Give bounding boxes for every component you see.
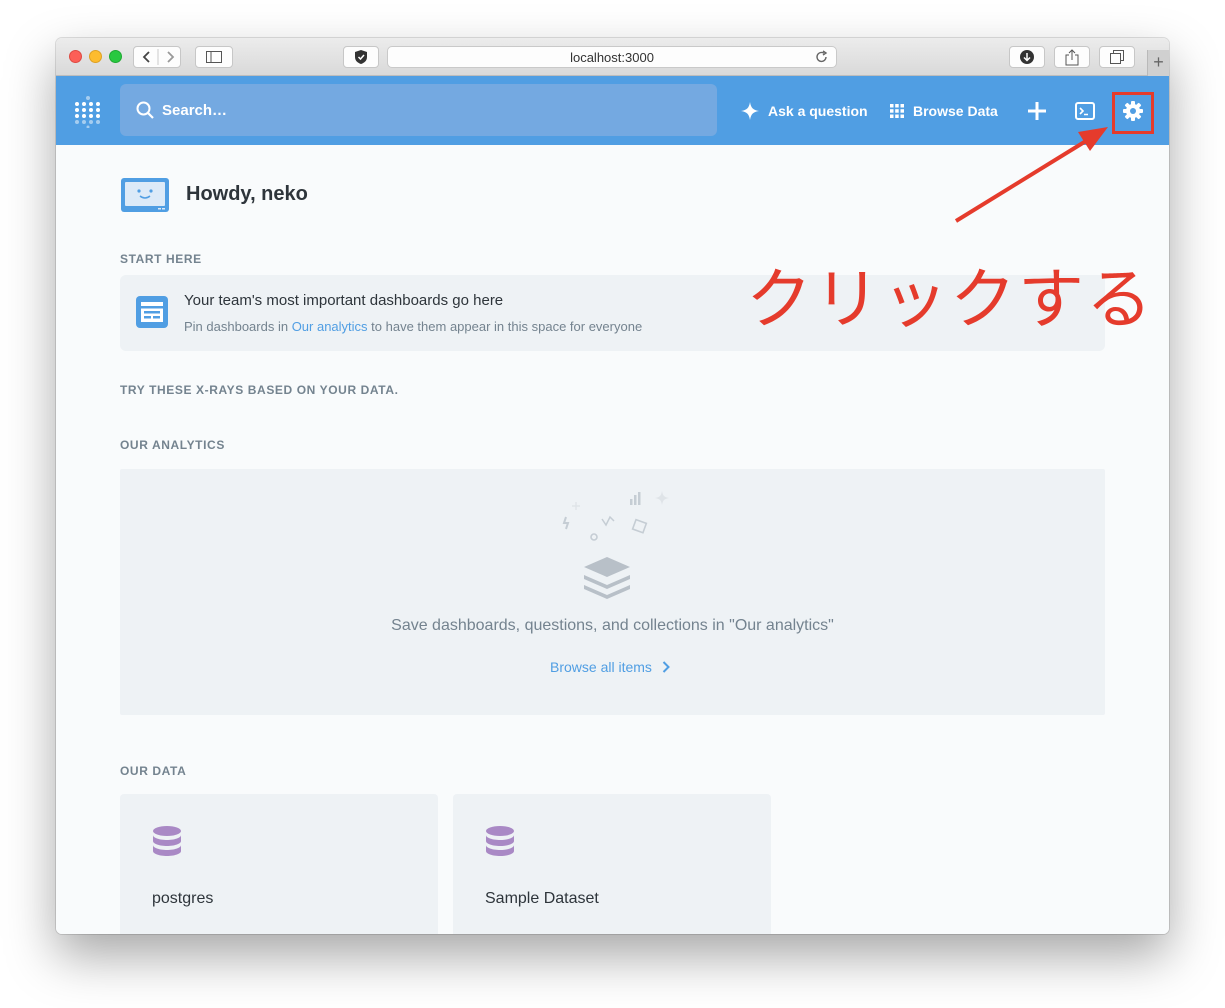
screenshot-stage: localhost:3000 + Search… Ask a question …	[0, 0, 1225, 1008]
tabs-overview-button[interactable]	[1099, 46, 1135, 68]
browse-data-label: Browse Data	[913, 103, 998, 119]
zoom-window-button[interactable]	[109, 50, 122, 63]
browse-all-items-link[interactable]: Browse all items	[550, 659, 670, 675]
browser-window: localhost:3000 + Search… Ask a question …	[56, 38, 1169, 934]
address-bar[interactable]: localhost:3000	[387, 46, 837, 68]
minimize-window-button[interactable]	[89, 50, 102, 63]
browse-data-link[interactable]: Browse Data	[890, 100, 998, 122]
empty-collection-illustration	[562, 491, 669, 599]
search-icon	[136, 101, 154, 119]
top-nav: Search… Ask a question Browse Data	[56, 76, 1169, 145]
sidebar-icon	[206, 51, 222, 63]
back-forward-icon	[142, 49, 175, 65]
new-item-button[interactable]	[1024, 98, 1050, 124]
sparkle-icon	[741, 102, 759, 120]
pin-title: Your team's most important dashboards go…	[184, 292, 504, 309]
metabase-logo-icon[interactable]	[74, 96, 102, 128]
ask-question-link[interactable]: Ask a question	[741, 100, 868, 122]
url-text: localhost:3000	[570, 49, 654, 65]
database-name: Sample Dataset	[485, 890, 599, 907]
database-card-sample-dataset[interactable]: Sample Dataset	[453, 794, 771, 934]
database-icon	[153, 826, 181, 856]
sidebar-toggle-button[interactable]	[195, 46, 233, 68]
our-analytics-empty-state: Save dashboards, questions, and collecti…	[120, 469, 1105, 715]
start-here-label: START HERE	[120, 252, 202, 266]
our-data-label: OUR DATA	[120, 764, 187, 778]
reload-icon[interactable]	[814, 49, 830, 65]
privacy-shield-button[interactable]	[343, 46, 379, 68]
search-bar[interactable]: Search…	[120, 84, 717, 136]
pin-subtitle: Pin dashboards in Our analytics to have …	[184, 319, 642, 334]
click-annotation-text: クリックする	[746, 261, 1154, 338]
our-analytics-label: OUR ANALYTICS	[120, 438, 225, 452]
friendly-computer-icon	[121, 178, 169, 212]
browser-toolbar: localhost:3000 +	[56, 38, 1169, 76]
downloads-button[interactable]	[1009, 46, 1045, 68]
ask-question-label: Ask a question	[768, 103, 868, 119]
download-icon	[1020, 50, 1034, 64]
our-analytics-link[interactable]: Our analytics	[292, 319, 368, 334]
database-card-postgres[interactable]: postgres	[120, 794, 438, 934]
database-icon	[486, 826, 514, 856]
share-icon	[1065, 48, 1079, 65]
native-query-button[interactable]	[1072, 98, 1098, 124]
share-button[interactable]	[1054, 46, 1090, 68]
database-name: postgres	[152, 890, 214, 907]
tabs-icon	[1110, 50, 1124, 64]
dashboard-icon	[136, 296, 168, 328]
empty-state-message: Save dashboards, questions, and collecti…	[391, 617, 834, 634]
search-placeholder: Search…	[162, 101, 228, 119]
shield-icon	[355, 50, 367, 64]
settings-highlight-box	[1112, 92, 1154, 134]
greeting-heading: Howdy, neko	[186, 183, 308, 205]
terminal-icon	[1075, 102, 1095, 120]
close-window-button[interactable]	[69, 50, 82, 63]
back-forward-buttons[interactable]	[133, 46, 181, 68]
browse-all-label: Browse all items	[550, 659, 652, 675]
new-tab-button[interactable]: +	[1147, 50, 1169, 76]
grid-icon	[890, 104, 904, 118]
pin-sub-before: Pin dashboards in	[184, 319, 292, 334]
chevron-right-icon	[662, 661, 670, 673]
plus-icon	[1028, 102, 1046, 120]
pin-sub-after: to have them appear in this space for ev…	[367, 319, 643, 334]
xrays-label: TRY THESE X-RAYS BASED ON YOUR DATA.	[120, 383, 399, 397]
